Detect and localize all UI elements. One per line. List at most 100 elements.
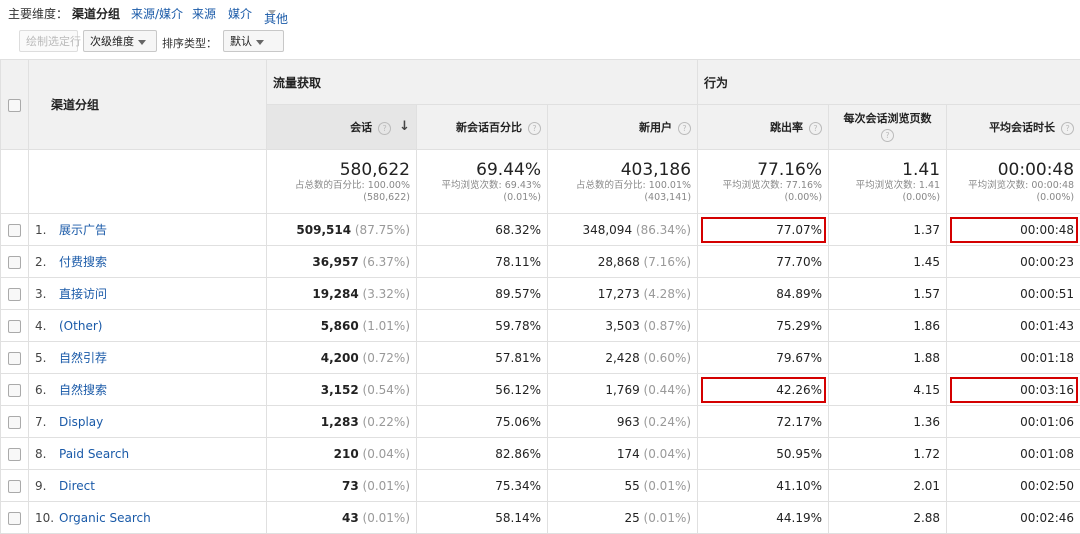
- summary-pages-per-session: 1.41 平均浏览次数: 1.41 (0.00%): [828, 149, 948, 214]
- bounce-rate-cell: 44.19%: [697, 501, 830, 534]
- group-header-acquisition: 流量获取: [265, 59, 699, 105]
- summary-sessions: 580,622 占总数的百分比: 100.00% (580,622): [266, 149, 417, 214]
- sessions-cell: 73 (0.01%): [266, 469, 417, 502]
- channel-link[interactable]: 自然搜索: [59, 383, 107, 397]
- data-rows: 1. 展示广告 509,514 (87.75%) 68.32% 348,094 (…: [0, 213, 1080, 534]
- help-icon[interactable]: ?: [881, 128, 895, 142]
- help-icon[interactable]: ?: [809, 121, 823, 135]
- channel-link[interactable]: 付费搜索: [59, 255, 107, 269]
- new-users-value: 17,273: [597, 286, 640, 301]
- new-users-cell: 1,769 (0.44%): [546, 373, 699, 406]
- column-header-pages-per-session[interactable]: 每次会话浏览页数?: [828, 104, 948, 150]
- channel-link[interactable]: 展示广告: [59, 223, 107, 237]
- avg-session-duration-cell: 00:03:16: [946, 373, 1080, 406]
- help-icon[interactable]: ?: [1061, 121, 1075, 135]
- summary-avg-session-duration: 00:00:48 平均浏览次数: 00:00:48 (0.00%): [946, 149, 1080, 214]
- channel-group-header[interactable]: 渠道分组: [28, 59, 267, 150]
- new-users-pct: (0.01%): [643, 510, 692, 525]
- dimension-tab-channel-group[interactable]: 渠道分组: [72, 5, 120, 22]
- sessions-cell: 3,152 (0.54%): [266, 373, 417, 406]
- channel-cell: 1. 展示广告: [28, 213, 267, 246]
- toolbar: 绘制选定行 次级维度 排序类型： 默认: [0, 28, 1080, 56]
- channel-report-table: 渠道分组 流量获取 行为 ↓ 会话? 新会话百分比? 新用户? 跳出率? 每次会话…: [0, 59, 1080, 534]
- channel-link[interactable]: (Other): [59, 319, 102, 333]
- row-index: 2.: [35, 255, 47, 269]
- chevron-down-icon: [138, 39, 146, 45]
- column-header-avg-session-duration[interactable]: 平均会话时长?: [946, 104, 1080, 150]
- table-row: 7. Display 1,283 (0.22%) 75.06% 963 (0.24…: [0, 405, 1080, 438]
- summary-sub: 平均浏览次数: 77.16%: [722, 179, 823, 191]
- column-header-new-session-pct[interactable]: 新会话百分比?: [416, 104, 548, 150]
- column-header-pages-per-session-label: 每次会话浏览页数: [843, 112, 932, 125]
- sessions-pct: (0.72%): [362, 350, 410, 365]
- new-users-cell: 28,868 (7.16%): [546, 245, 699, 278]
- help-icon[interactable]: ?: [378, 121, 392, 135]
- summary-value: 403,186: [620, 159, 692, 180]
- select-all-checkbox[interactable]: [8, 98, 21, 112]
- help-icon[interactable]: ?: [678, 121, 692, 135]
- row-checkbox[interactable]: [8, 255, 21, 269]
- summary-sub: 平均浏览次数: 00:00:48: [968, 179, 1075, 191]
- primary-dimension-bar: 主要维度： 渠道分组 来源/媒介 来源 媒介 其他: [0, 0, 1080, 26]
- dimension-link-source[interactable]: 来源: [192, 5, 216, 22]
- dimension-link-medium[interactable]: 媒介: [228, 5, 252, 22]
- sessions-value: 509,514: [296, 222, 352, 237]
- summary-sub: (403,141): [644, 191, 692, 203]
- sort-type-dropdown[interactable]: 默认: [223, 30, 284, 52]
- channel-link[interactable]: Paid Search: [59, 447, 129, 461]
- dimension-link-source-medium[interactable]: 来源/媒介: [131, 5, 183, 22]
- sessions-cell: 5,860 (1.01%): [266, 309, 417, 342]
- chevron-down-icon: [268, 10, 276, 15]
- channel-cell: 3. 直接访问: [28, 277, 267, 310]
- summary-new-users: 403,186 占总数的百分比: 100.01% (403,141): [546, 149, 699, 214]
- sessions-pct: (0.01%): [362, 510, 410, 525]
- row-select-cell: [0, 405, 29, 438]
- row-checkbox[interactable]: [8, 351, 21, 365]
- pages-per-session-cell: 2.88: [828, 501, 948, 534]
- new-users-value: 28,868: [597, 254, 640, 269]
- new-users-cell: 348,094 (86.34%): [546, 213, 699, 246]
- channel-link[interactable]: Direct: [59, 479, 95, 493]
- new-users-value: 3,503: [605, 318, 640, 333]
- summary-empty-cell: [28, 149, 267, 214]
- summary-value: 77.16%: [757, 159, 823, 180]
- chevron-down-icon: [256, 39, 264, 45]
- row-checkbox[interactable]: [8, 479, 21, 493]
- summary-sub: 平均浏览次数: 1.41: [855, 179, 941, 191]
- pages-per-session-cell: 4.15: [828, 373, 948, 406]
- bounce-rate-cell: 41.10%: [697, 469, 830, 502]
- summary-new-session-pct: 69.44% 平均浏览次数: 69.43% (0.01%): [416, 149, 548, 214]
- new-users-value: 25: [624, 510, 640, 525]
- table-row: 4. (Other) 5,860 (1.01%) 59.78% 3,503 (0.…: [0, 309, 1080, 342]
- summary-sub: (0.00%): [902, 191, 941, 203]
- row-checkbox[interactable]: [8, 447, 21, 461]
- secondary-dimension-dropdown[interactable]: 次级维度: [83, 30, 157, 52]
- row-checkbox[interactable]: [8, 415, 21, 429]
- row-index: 6.: [35, 383, 47, 397]
- channel-link[interactable]: Organic Search: [59, 511, 151, 525]
- sessions-value: 210: [333, 446, 359, 461]
- new-users-pct: (0.04%): [643, 446, 692, 461]
- channel-link[interactable]: 直接访问: [59, 287, 107, 301]
- row-checkbox[interactable]: [8, 511, 21, 525]
- new-session-pct-cell: 58.14%: [416, 501, 548, 534]
- row-checkbox[interactable]: [8, 383, 21, 397]
- plot-rows-button[interactable]: 绘制选定行: [19, 30, 81, 52]
- new-session-pct-cell: 68.32%: [416, 213, 548, 246]
- channel-link[interactable]: 自然引荐: [59, 351, 107, 365]
- row-checkbox[interactable]: [8, 223, 21, 237]
- channel-link[interactable]: Display: [59, 415, 103, 429]
- summary-value: 1.41: [902, 159, 941, 180]
- table-row: 3. 直接访问 19,284 (3.32%) 89.57% 17,273 (4.2…: [0, 277, 1080, 310]
- column-header-sessions[interactable]: ↓ 会话?: [266, 104, 417, 150]
- new-users-cell: 963 (0.24%): [546, 405, 699, 438]
- column-header-new-users[interactable]: 新用户?: [546, 104, 699, 150]
- row-checkbox[interactable]: [8, 319, 21, 333]
- sessions-pct: (0.04%): [362, 446, 410, 461]
- help-icon[interactable]: ?: [528, 121, 541, 135]
- row-checkbox[interactable]: [8, 287, 21, 301]
- column-header-bounce-rate[interactable]: 跳出率?: [697, 104, 830, 150]
- bounce-rate-cell: 75.29%: [697, 309, 830, 342]
- table-row: 2. 付费搜索 36,957 (6.37%) 78.11% 28,868 (7.1…: [0, 245, 1080, 278]
- summary-sub: (580,622): [363, 191, 410, 203]
